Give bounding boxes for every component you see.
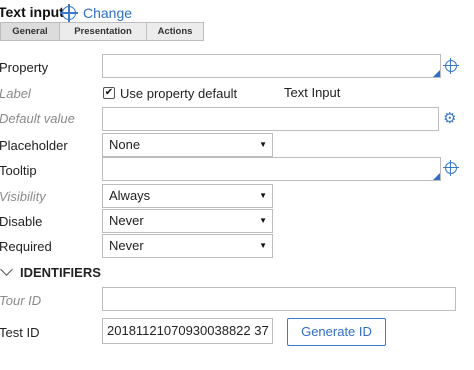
dropdown-arrow-icon: ▼ (259, 241, 267, 250)
test-id-field[interactable]: 20181121070930038822 37 (102, 318, 273, 344)
default-value-label: Default value (0, 111, 75, 126)
use-default-label: Use property default (120, 86, 238, 101)
change-link[interactable]: Change (83, 5, 132, 21)
placeholder-value: None (109, 137, 141, 152)
dropdown-arrow-icon: ▼ (259, 140, 267, 149)
generate-id-button[interactable]: Generate ID (287, 318, 386, 346)
default-value-field[interactable] (102, 107, 439, 131)
tooltip-label: Tooltip (0, 163, 37, 178)
required-label: Required (0, 239, 52, 254)
visibility-label: Visibility (0, 189, 46, 204)
tab-bar: General Presentation Actions (0, 22, 204, 41)
tab-general[interactable]: General (0, 22, 60, 41)
placeholder-select[interactable]: None ▼ (102, 133, 273, 157)
test-id-label: Test ID (0, 325, 40, 340)
dropdown-arrow-icon: ▼ (259, 216, 267, 225)
gear-icon[interactable]: ⚙ (443, 111, 456, 126)
label-default-value: Text Input (284, 85, 341, 100)
expand-corner-icon (433, 70, 440, 77)
disable-select[interactable]: Never ▼ (102, 209, 273, 233)
property-label: Property (0, 60, 49, 75)
required-select[interactable]: Never ▼ (102, 234, 273, 258)
disable-value: Never (109, 213, 144, 228)
crosshair-icon[interactable] (443, 160, 459, 176)
tour-id-field[interactable] (102, 287, 456, 311)
visibility-select[interactable]: Always ▼ (102, 184, 273, 208)
disable-label: Disable (0, 214, 43, 229)
crosshair-icon[interactable] (60, 4, 78, 22)
tour-id-label: Tour ID (0, 293, 42, 308)
use-default-checkbox[interactable]: ✔ (103, 87, 115, 99)
crosshair-icon[interactable] (443, 58, 459, 74)
property-field[interactable] (102, 54, 441, 78)
expand-corner-icon (433, 173, 440, 180)
tab-actions[interactable]: Actions (146, 22, 204, 41)
label-label: Label (0, 86, 31, 101)
visibility-value: Always (109, 188, 151, 203)
panel-title: Text input (0, 4, 64, 20)
dropdown-arrow-icon: ▼ (259, 191, 267, 200)
tab-presentation[interactable]: Presentation (59, 22, 147, 41)
placeholder-label: Placeholder (0, 138, 68, 153)
identifiers-heading[interactable]: IDENTIFIERS (20, 265, 101, 280)
chevron-down-icon[interactable] (0, 263, 13, 276)
tooltip-field[interactable] (102, 157, 441, 181)
required-value: Never (109, 238, 144, 253)
